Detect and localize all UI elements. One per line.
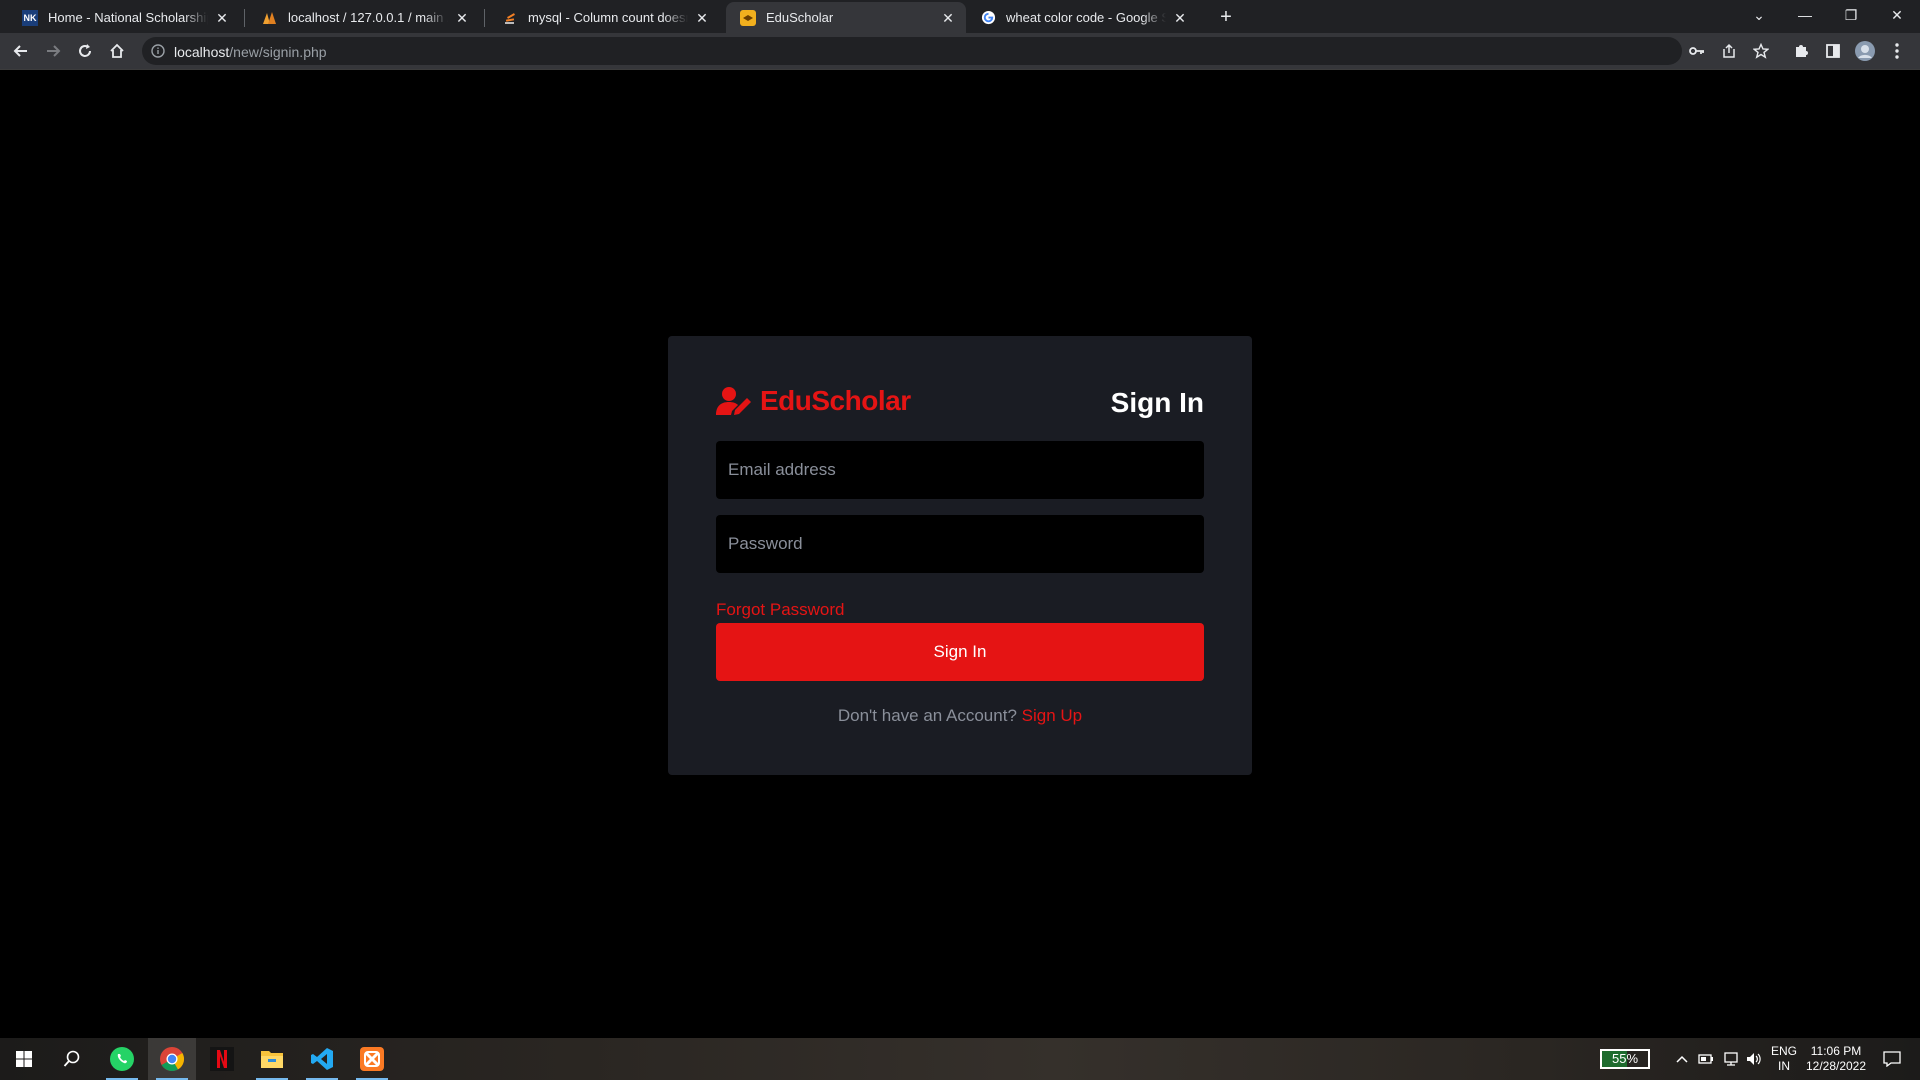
reload-icon <box>79 44 91 57</box>
password-key-icon[interactable] <box>1683 37 1711 65</box>
tab-strip: NK Home - National Scholarship Portal ✕ … <box>0 0 1920 33</box>
battery-indicator[interactable]: 55% <box>1600 1049 1650 1069</box>
tab-title: localhost / 127.0.0.1 / main / registrat… <box>288 10 448 25</box>
close-icon[interactable]: ✕ <box>454 10 470 26</box>
battery-icon[interactable] <box>1694 1038 1718 1080</box>
netflix-icon <box>210 1047 234 1071</box>
page-viewport: EduScholar Sign In Forgot Password Sign … <box>0 70 1920 1038</box>
tab-separator <box>484 9 485 27</box>
google-favicon-icon <box>980 10 996 26</box>
page-title: Sign In <box>1110 387 1204 418</box>
browser-toolbar: localhost/new/signin.php <box>0 33 1920 70</box>
address-bar[interactable]: localhost/new/signin.php <box>142 37 1682 65</box>
file-explorer-icon <box>261 1051 283 1068</box>
whatsapp-icon <box>110 1047 134 1071</box>
sign-up-link[interactable]: Sign Up <box>1022 706 1082 725</box>
bookmark-star-icon[interactable] <box>1747 37 1775 65</box>
close-icon[interactable]: ✕ <box>214 10 230 26</box>
sign-in-button[interactable]: Sign In <box>716 623 1204 681</box>
windows-taskbar: 55% ENG IN 11:06 PM 12/28/2022 <box>0 1038 1920 1080</box>
arrow-left-icon <box>13 45 27 57</box>
chrome-app[interactable] <box>148 1038 196 1080</box>
profile-avatar[interactable] <box>1851 37 1879 65</box>
signin-card: EduScholar Sign In Forgot Password Sign … <box>668 336 1252 775</box>
back-button[interactable] <box>7 37 35 65</box>
signup-row: Don't have an Account? Sign Up <box>668 706 1252 726</box>
info-icon[interactable] <box>151 44 165 58</box>
extensions-puzzle-icon[interactable] <box>1787 37 1815 65</box>
tab-title: wheat color code - Google Search <box>1006 10 1166 25</box>
brand-name: EduScholar <box>760 385 911 416</box>
nsp-favicon-icon: NK <box>22 9 38 26</box>
home-icon <box>110 43 124 58</box>
tab-title: Home - National Scholarship Portal <box>48 10 208 25</box>
eduscholar-favicon-icon <box>740 9 756 26</box>
tab-title: mysql - Column count doesn't match <box>528 10 688 25</box>
brand-logo[interactable]: EduScholar <box>716 384 911 418</box>
address-url: localhost/new/signin.php <box>174 44 327 60</box>
home-button[interactable] <box>103 37 131 65</box>
restore-button[interactable]: ❐ <box>1828 0 1874 30</box>
search-icon <box>63 1050 80 1067</box>
tab-national-scholarship[interactable]: NK Home - National Scholarship Portal ✕ <box>8 2 240 33</box>
netflix-app[interactable] <box>198 1038 246 1080</box>
share-icon[interactable] <box>1715 37 1743 65</box>
tab-mysql-stackoverflow[interactable]: mysql - Column count doesn't match ✕ <box>488 2 720 33</box>
address-host: localhost <box>174 44 230 60</box>
language-indicator[interactable]: ENG IN <box>1770 1044 1798 1074</box>
region-code: IN <box>1778 1059 1790 1073</box>
minimize-button[interactable]: — <box>1782 0 1828 30</box>
battery-percent: 55% <box>1611 1051 1639 1066</box>
password-field[interactable] <box>716 515 1204 573</box>
close-window-button[interactable]: ✕ <box>1874 0 1920 30</box>
network-icon[interactable] <box>1718 1038 1742 1080</box>
tab-separator <box>244 9 245 27</box>
signup-prompt: Don't have an Account? <box>837 706 1017 725</box>
forward-button[interactable] <box>39 37 67 65</box>
clock[interactable]: 11:06 PM 12/28/2022 <box>1800 1044 1872 1074</box>
user-edit-icon <box>716 387 751 415</box>
xampp-app[interactable] <box>348 1038 396 1080</box>
close-icon[interactable]: ✕ <box>940 10 956 26</box>
tab-title: EduScholar <box>766 10 834 25</box>
tray-overflow-chevron-icon[interactable] <box>1670 1038 1694 1080</box>
new-tab-button[interactable]: + <box>1214 5 1238 29</box>
tab-phpmyadmin[interactable]: localhost / 127.0.0.1 / main / registrat… <box>248 2 480 33</box>
phpmyadmin-favicon-icon <box>262 10 278 26</box>
more-menu-icon[interactable] <box>1883 37 1911 65</box>
forgot-password-link[interactable]: Forgot Password <box>716 600 845 620</box>
reload-button[interactable] <box>71 37 99 65</box>
start-icon <box>16 1051 32 1067</box>
arrow-right-icon <box>47 45 61 57</box>
tab-google-search[interactable]: wheat color code - Google Search ✕ <box>966 2 1198 33</box>
clock-date: 12/28/2022 <box>1805 1059 1867 1073</box>
close-icon[interactable]: ✕ <box>1172 10 1188 26</box>
search-button[interactable] <box>48 1038 96 1080</box>
language-code: ENG <box>1770 1044 1797 1058</box>
xampp-icon <box>360 1047 384 1071</box>
volume-icon[interactable] <box>1742 1038 1766 1080</box>
clock-time: 11:06 PM <box>1810 1044 1862 1058</box>
file-explorer-app[interactable] <box>248 1038 296 1080</box>
side-panel-icon[interactable] <box>1819 37 1847 65</box>
vscode-icon <box>311 1048 333 1070</box>
notifications-icon[interactable] <box>1872 1038 1912 1080</box>
stackoverflow-favicon-icon <box>502 10 518 26</box>
chrome-icon <box>160 1047 185 1072</box>
tab-search-button[interactable]: ⌄ <box>1736 0 1782 30</box>
vscode-app[interactable] <box>298 1038 346 1080</box>
start-button[interactable] <box>0 1038 48 1080</box>
tab-eduscholar[interactable]: EduScholar ✕ <box>726 2 966 33</box>
browser-chrome: NK Home - National Scholarship Portal ✕ … <box>0 0 1920 70</box>
address-path: /new/signin.php <box>229 44 327 60</box>
whatsapp-app[interactable] <box>98 1038 146 1080</box>
email-field[interactable] <box>716 441 1204 499</box>
close-icon[interactable]: ✕ <box>694 10 710 26</box>
